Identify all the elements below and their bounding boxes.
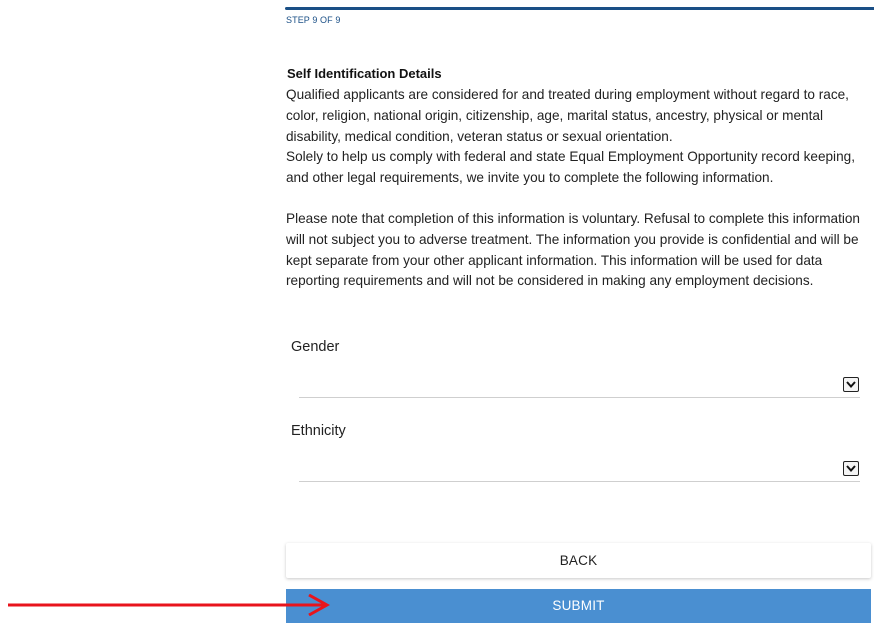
ethnicity-dropdown-button[interactable] xyxy=(843,461,859,476)
right-arrow-icon xyxy=(8,594,330,616)
submit-button[interactable]: SUBMIT xyxy=(286,589,871,623)
eeo-purpose-paragraph: Solely to help us comply with federal an… xyxy=(286,149,855,185)
ethnicity-select[interactable] xyxy=(299,459,860,482)
application-step-page: STEP 9 OF 9 Self Identification Details … xyxy=(0,0,874,623)
gender-dropdown-button[interactable] xyxy=(843,377,859,392)
step-indicator: STEP 9 OF 9 xyxy=(286,15,341,25)
voluntary-notice-paragraph: Please note that completion of this info… xyxy=(286,211,860,289)
gender-label: Gender xyxy=(291,339,340,355)
chevron-down-icon xyxy=(846,465,856,472)
chevron-down-icon xyxy=(846,381,856,388)
gender-select[interactable] xyxy=(299,375,860,398)
eeo-statement-paragraph: Qualified applicants are considered for … xyxy=(286,87,849,144)
ethnicity-label: Ethnicity xyxy=(291,423,346,439)
back-button[interactable]: BACK xyxy=(286,543,871,578)
section-title: Self Identification Details xyxy=(287,66,442,81)
progress-bar xyxy=(285,7,874,10)
